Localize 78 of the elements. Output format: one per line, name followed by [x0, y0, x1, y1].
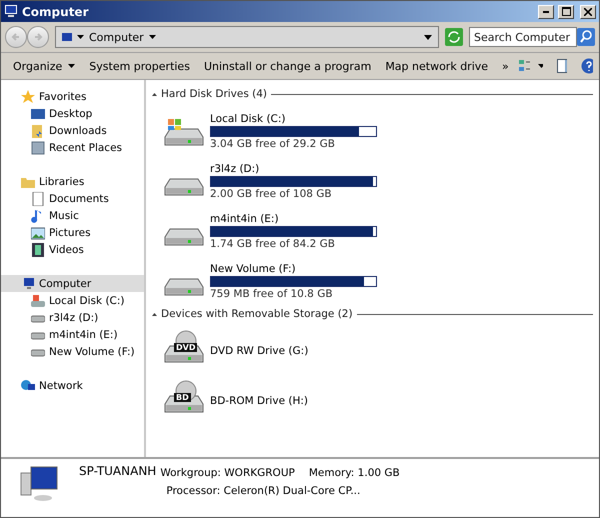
detail-text: Workgroup: WORKGROUP [160, 467, 295, 479]
sidebar-item[interactable]: m4int4in (E:) [1, 326, 144, 343]
sidebar-item[interactable]: Computer [1, 275, 144, 292]
computer-icon [4, 5, 18, 18]
maximize-icon [562, 7, 570, 16]
close-button[interactable] [580, 4, 596, 18]
drive-name[interactable]: Local Disk (C:) [210, 112, 377, 124]
window-title: Computer [22, 4, 90, 18]
refresh-icon[interactable] [445, 28, 463, 46]
free-space-text: 1.74 GB free of 84.2 GB [210, 238, 336, 250]
toolbar-button[interactable]: » [496, 58, 515, 74]
detail-text: Processor: Celeron(R) Dual-Core CP... [165, 485, 362, 497]
preview-pane-icon[interactable] [557, 59, 568, 73]
folder-icon [32, 124, 42, 138]
search-field[interactable]: Search Computer [469, 27, 577, 47]
caret-icon[interactable] [77, 35, 84, 39]
sidebar-item[interactable]: Recent Places [1, 139, 144, 156]
group-header: Hard Disk Drives (4) [161, 88, 268, 100]
toolbar-button[interactable]: Organize [7, 58, 82, 74]
toolbar-button[interactable]: Map network drive [379, 58, 494, 74]
free-space-text: 2.00 GB free of 108 GB [210, 188, 333, 200]
sidebar-item[interactable]: Libraries [1, 173, 144, 190]
drive-name[interactable]: New Volume (F:) [210, 262, 377, 274]
computer-icon [62, 33, 72, 41]
forward-arrow-icon [33, 32, 43, 42]
drive-name[interactable]: BD-ROM Drive (H:) [210, 395, 308, 407]
drive-type-label: DVD [174, 343, 198, 352]
toolbar-button[interactable]: System properties [83, 58, 196, 74]
sidebar-item[interactable]: Favorites [1, 88, 144, 105]
sidebar-item[interactable]: Local Disk (C:) [1, 292, 144, 309]
computer-icon [19, 465, 59, 503]
computer-icon [24, 278, 34, 288]
sidebar-item[interactable]: r3l4z (D:) [1, 309, 144, 326]
hard-drive-icon [164, 278, 204, 296]
drive-name[interactable]: r3l4z (D:) [210, 162, 377, 174]
free-space-text: 759 MB free of 10.8 GB [210, 288, 334, 300]
maximize-button[interactable] [558, 4, 574, 18]
view-icon[interactable] [518, 59, 530, 73]
detail-text: Memory: 1.00 GB [308, 467, 400, 479]
drive-type-label: BD [174, 393, 191, 402]
collapse-icon[interactable] [152, 92, 157, 96]
hard-drive-icon [164, 178, 204, 196]
folder-icon [21, 178, 35, 188]
desktop-icon [31, 108, 45, 118]
drive-name[interactable]: m4int4in (E:) [210, 212, 377, 224]
picture-icon [31, 227, 45, 239]
film-icon [32, 242, 44, 256]
sidebar-item[interactable]: Desktop [1, 105, 144, 122]
close-icon [584, 8, 592, 16]
help-icon[interactable] [581, 58, 593, 74]
breadcrumb-item[interactable]: Computer [89, 30, 144, 44]
sidebar-item[interactable]: New Volume (F:) [1, 343, 144, 360]
sidebar-item[interactable]: Network [1, 377, 144, 394]
star-icon [21, 90, 35, 102]
computer-name: SP-TUANANH [79, 464, 156, 478]
hard-drive-icon [164, 118, 204, 146]
network-icon [21, 380, 35, 390]
minimize-button[interactable] [538, 4, 554, 18]
hard-drive-icon [164, 228, 204, 246]
dropdown-icon[interactable] [424, 34, 432, 40]
document-icon [32, 192, 44, 206]
address-field[interactable]: Computer [55, 26, 439, 48]
minimize-icon [543, 10, 549, 12]
sidebar-item[interactable]: Downloads [1, 122, 144, 139]
collapse-icon[interactable] [152, 312, 157, 316]
sidebar-item[interactable]: Pictures [1, 224, 144, 241]
free-space-text: 3.04 GB free of 29.2 GB [210, 138, 336, 150]
back-arrow-icon [11, 32, 21, 42]
drive-name[interactable]: DVD RW Drive (G:) [210, 345, 308, 357]
sidebar-item[interactable]: Videos [1, 241, 144, 258]
caret-icon [148, 35, 156, 39]
toolbar-button[interactable]: Uninstall or change a program [198, 58, 378, 74]
sidebar-item[interactable]: Music [1, 207, 144, 224]
sidebar-item[interactable]: Documents [1, 190, 144, 207]
caret-icon[interactable] [538, 64, 544, 68]
search-icon[interactable] [577, 28, 595, 46]
group-header: Devices with Removable Storage (2) [161, 308, 353, 320]
music-icon [31, 210, 41, 222]
